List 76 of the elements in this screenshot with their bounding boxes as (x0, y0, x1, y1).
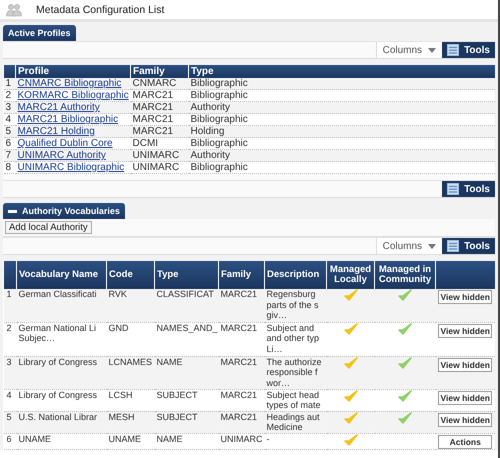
tools-button[interactable]: Tools (442, 181, 495, 197)
row-number: 5 (4, 126, 16, 138)
row-number: 3 (4, 102, 16, 114)
row-number: 1 (4, 289, 16, 322)
check-icon (344, 356, 358, 368)
table-cell: RVK (106, 289, 154, 322)
table-cell: UNIMARC (130, 150, 188, 162)
row-number: 1 (4, 78, 16, 90)
table-icon (447, 183, 460, 195)
check-icon (398, 356, 412, 368)
table-cell: LCNAMES (106, 356, 154, 389)
caret-icon (428, 48, 436, 52)
table-cell: UNAME (16, 433, 106, 449)
row-number: 6 (4, 433, 16, 449)
table-icon (447, 240, 460, 252)
panel-tab[interactable]: Authority Vocabularies (3, 203, 125, 219)
row-action-button[interactable]: View hidden (438, 412, 492, 426)
page-title: Metadata Configuration List (36, 4, 164, 16)
table-cell: MARC21 (130, 102, 188, 114)
column-header: Managed Locally (326, 261, 374, 289)
column-header: Description (264, 261, 326, 289)
check-icon (344, 412, 358, 424)
column-header: Type (154, 261, 218, 289)
table-cell: NAME (154, 433, 218, 449)
row-number: 7 (4, 150, 16, 162)
table-cell: MARC21 (130, 126, 188, 138)
table-cell: MARC21 (218, 411, 264, 433)
profile-link[interactable]: Qualified Dublin Core (18, 138, 113, 149)
table-cell: NAME (154, 356, 218, 389)
column-header: Type (188, 65, 495, 78)
table-cell: CLASSIFICAT (154, 289, 218, 322)
profile-link[interactable]: UNIMARC Bibliographic (18, 162, 124, 173)
table-cell: Library of Congress (16, 356, 106, 389)
table-cell: German Classificati (16, 289, 106, 322)
table-cell: Authority (188, 102, 495, 114)
table-cell: Authority (188, 150, 495, 162)
table-cell: Bibliographic (188, 78, 495, 90)
tools-button[interactable]: Tools (442, 42, 495, 58)
check-icon (398, 412, 412, 424)
table-cell: Headings aut Medicine (264, 411, 326, 433)
table-cell: U.S. National Librar (16, 411, 106, 433)
table-cell: - (264, 433, 326, 449)
column-header: Family (218, 261, 264, 289)
add-authority-button[interactable]: Add local Authority (5, 221, 92, 234)
profile-link[interactable]: KORMARC Bibliographic (18, 90, 129, 101)
row-action-button[interactable]: View hidden (438, 358, 492, 372)
table-cell: UNIMARC (218, 433, 264, 449)
table-cell: Regensburg parts of the s giv… (264, 289, 326, 322)
column-header: Managed in Community (374, 261, 436, 289)
people-icon (6, 2, 22, 16)
table-cell: CNMARC (130, 78, 188, 90)
column-header: Vocabulary Name (16, 261, 106, 289)
panel-tab[interactable]: Active Profiles (3, 25, 76, 41)
row-number: 3 (4, 356, 16, 389)
table-cell: MESH (106, 411, 154, 433)
column-header: Code (106, 261, 154, 289)
column-header: Profile (16, 65, 130, 78)
caret-icon (428, 244, 436, 248)
row-number: 5 (4, 411, 16, 433)
table-cell: MARC21 (218, 356, 264, 389)
collapse-icon[interactable] (8, 210, 17, 212)
table-icon (447, 44, 460, 56)
table-cell: UNAME (106, 433, 154, 449)
row-action-button[interactable]: View hidden (438, 390, 492, 404)
column-header: Family (130, 65, 188, 78)
table-cell: The authorize responsible f wor… (264, 356, 326, 389)
table-cell: MARC21 (218, 289, 264, 322)
table-cell: Holding (188, 126, 495, 138)
tools-button[interactable]: Tools (442, 238, 495, 254)
row-action-button[interactable]: View hidden (438, 290, 492, 304)
row-action-button[interactable]: View hidden (438, 324, 492, 338)
columns-dropdown[interactable]: Columns (376, 238, 442, 254)
profile-link[interactable]: MARC21 Bibliographic (18, 114, 118, 125)
table-cell: SUBJECT (154, 411, 218, 433)
row-action-button[interactable]: Actions (438, 434, 492, 448)
columns-dropdown[interactable]: Columns (376, 42, 442, 58)
